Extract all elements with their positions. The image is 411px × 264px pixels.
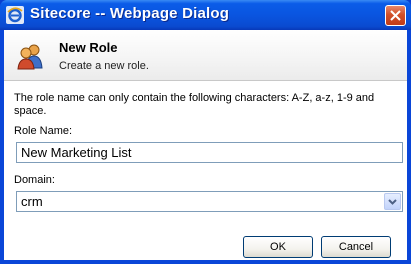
domain-label: Domain:	[14, 174, 55, 186]
role-name-label: Role Name:	[14, 125, 73, 137]
domain-dropdown-button[interactable]	[384, 193, 401, 210]
window-title: Sitecore -- Webpage Dialog	[30, 5, 230, 22]
role-name-input[interactable]: New Marketing List	[16, 142, 403, 163]
window-frame-bottom	[0, 260, 411, 264]
chevron-down-icon	[388, 199, 397, 205]
users-role-icon	[16, 42, 44, 70]
header-title: New Role	[59, 40, 118, 55]
close-icon	[390, 10, 401, 21]
close-button[interactable]	[385, 5, 406, 26]
window-frame-left	[0, 30, 4, 264]
dialog-header: New Role Create a new role.	[4, 30, 407, 81]
dialog-body: New Role Create a new role. The role nam…	[4, 30, 407, 260]
internet-explorer-icon	[6, 6, 24, 24]
domain-select[interactable]: crm	[16, 191, 403, 212]
window-frame-right	[407, 30, 411, 264]
ok-button[interactable]: OK	[243, 236, 313, 258]
title-bar[interactable]: Sitecore -- Webpage Dialog	[0, 0, 411, 30]
role-name-rules-text: The role name can only contain the follo…	[14, 92, 375, 117]
cancel-button[interactable]: Cancel	[321, 236, 391, 258]
domain-selected-value: crm	[21, 194, 43, 209]
header-subtitle: Create a new role.	[59, 60, 149, 72]
dialog-window: Sitecore -- Webpage Dialog New Role Crea…	[0, 0, 411, 264]
